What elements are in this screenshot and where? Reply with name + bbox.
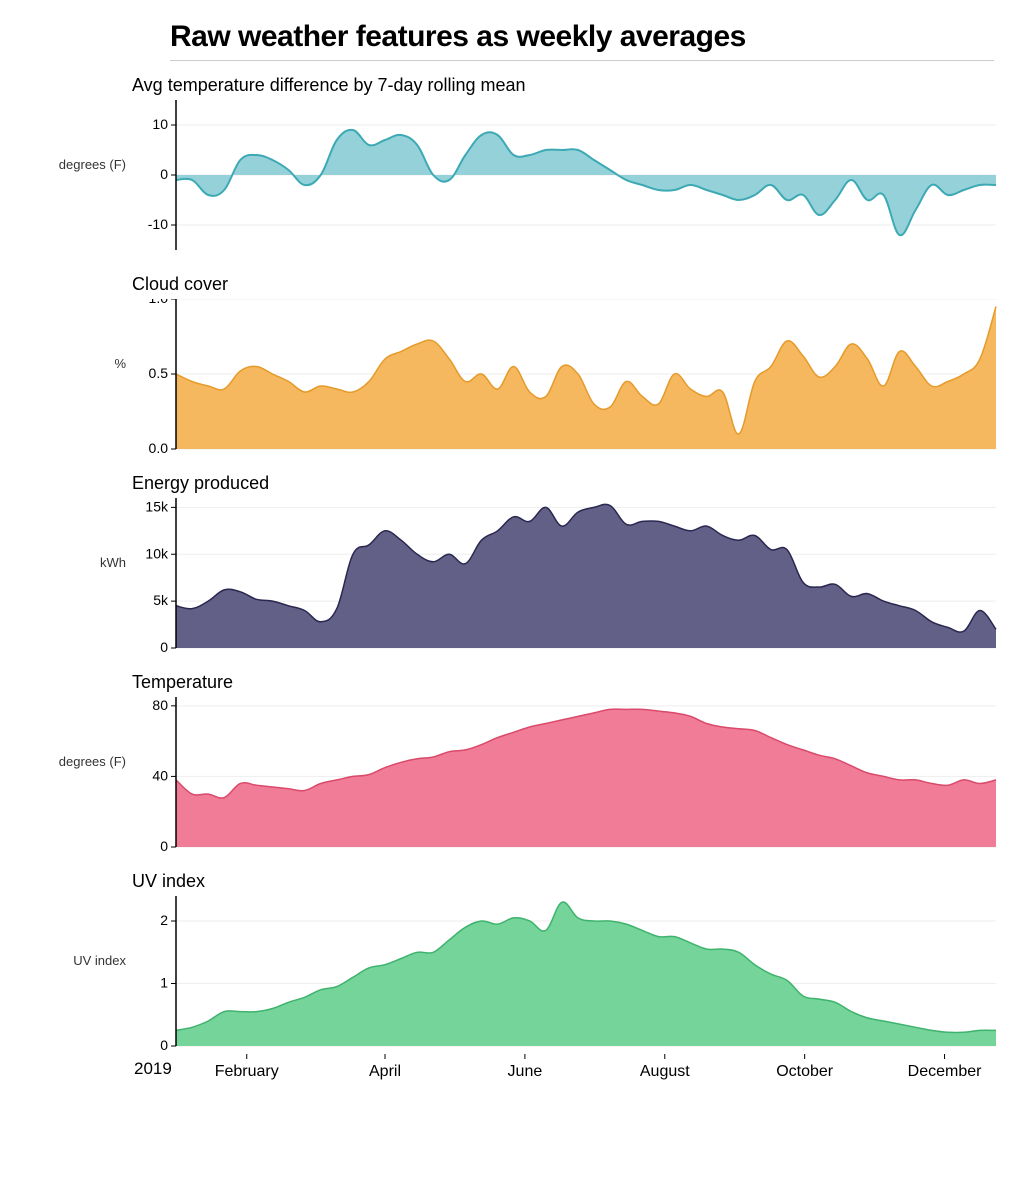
area-series [176,504,996,648]
chart-tempdiff: -10 0 10 [132,100,1000,254]
x-start-label: 2019 [134,1059,172,1078]
x-axis: 2019 February April June August October Decemb… [132,1054,1000,1088]
title-rule [170,60,994,61]
x-tick-label: June [508,1063,543,1080]
y-tick-label: 0 [160,166,168,182]
panel-title: UV index [132,871,1000,892]
y-tick-label: 0.5 [149,365,169,381]
chart-cloud: 0.0 0.5 1.0 [132,299,1000,453]
y-axis-label: UV index [30,871,132,1050]
panel-title: Cloud cover [132,274,1000,295]
y-axis-label: degrees (F) [30,672,132,851]
chart-energy: 0 5k 10k 15k [132,498,1000,652]
y-tick-label: 15k [145,498,169,514]
x-tick-label: April [369,1063,401,1080]
y-tick-label: 40 [152,767,168,783]
x-tick-label: December [908,1063,982,1080]
y-tick-label: 10k [145,545,169,561]
y-tick-label: 1 [160,975,168,991]
panel-title: Temperature [132,672,1000,693]
panel-title: Energy produced [132,473,1000,494]
y-tick-label: 10 [152,116,168,132]
y-tick-label: 0.0 [149,440,169,453]
y-tick-label: 0 [160,639,168,652]
area-series [176,709,996,847]
y-tick-label: -10 [148,216,168,232]
chart-uv: 0 1 2 [132,896,1000,1050]
x-tick-label: August [640,1063,690,1080]
y-tick-label: 80 [152,697,168,713]
y-tick-label: 5k [153,592,169,608]
y-tick-label: 1.0 [149,299,169,306]
y-axis-label: kWh [30,473,132,652]
y-axis-label: degrees (F) [30,75,132,254]
y-tick-label: 2 [160,912,168,928]
x-tick-label: October [776,1063,834,1080]
x-tick-label: February [215,1063,279,1080]
panel-title: Avg temperature difference by 7-day roll… [132,75,1000,96]
area-series [176,307,996,450]
y-axis-label: % [30,274,132,453]
area-series [176,902,996,1046]
y-tick-label: 0 [160,1037,168,1050]
y-tick-label: 0 [160,838,168,851]
page-title: Raw weather features as weekly averages [170,20,994,54]
chart-temp: 0 40 80 [132,697,1000,851]
